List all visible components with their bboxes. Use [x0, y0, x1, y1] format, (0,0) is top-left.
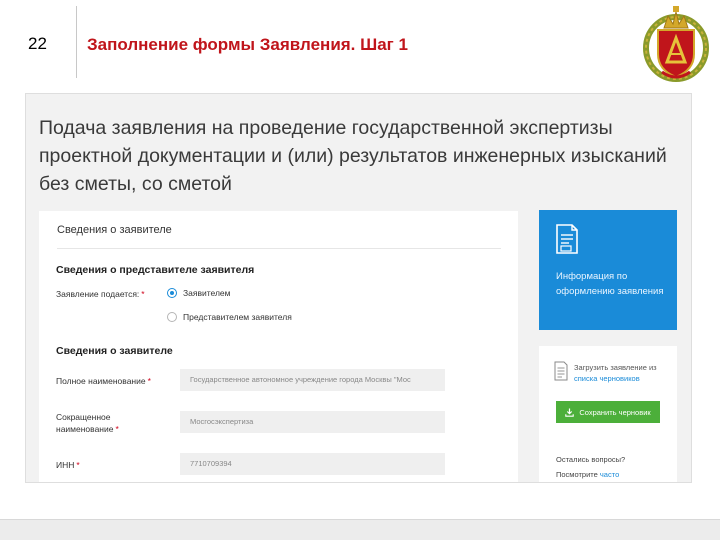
document-info-icon	[556, 224, 578, 254]
save-draft-button[interactable]: Сохранить черновик	[556, 401, 660, 423]
see-label: Посмотрите	[556, 470, 598, 479]
required-mark: *	[141, 289, 145, 299]
radio-unchecked-icon[interactable]	[167, 312, 177, 322]
header-divider	[76, 6, 77, 78]
required-mark: *	[147, 376, 151, 386]
inn-input[interactable]: 7710709394	[180, 453, 445, 475]
radio-representative-label: Представителем заявителя	[183, 312, 292, 322]
application-form-card: Сведения о заявителе Сведения о представ…	[39, 211, 518, 482]
short-name-input[interactable]: Мосгосэкспертиза	[180, 411, 445, 433]
required-mark: *	[115, 424, 119, 434]
slide-number: 22	[28, 34, 47, 53]
short-name-label-line2: наименование	[56, 424, 114, 434]
application-info-panel[interactable]: Информация по оформлению заявления	[539, 210, 677, 330]
questions-block: Остались вопросы? Посмотрите часто	[556, 452, 671, 482]
short-name-label: Сокращенное наименование *	[56, 411, 119, 435]
section-divider	[57, 248, 501, 249]
full-name-input[interactable]: Государственное автономное учреждение го…	[180, 369, 445, 391]
draft-document-icon	[554, 361, 568, 381]
full-name-label-text: Полное наименование	[56, 376, 146, 386]
submitted-by-label: Заявление подается: *	[56, 288, 145, 300]
slide-title: Заполнение формы Заявления. Шаг 1	[87, 35, 408, 54]
inn-label-text: ИНН	[56, 460, 75, 470]
applicant-section-title: Сведения о заявителе	[56, 345, 173, 357]
representative-section-title: Сведения о представителе заявителя	[56, 264, 255, 276]
save-draft-label: Сохранить черновик	[579, 407, 651, 417]
radio-representative[interactable]: Представителем заявителя	[167, 312, 292, 322]
full-name-label: Полное наименование *	[56, 375, 151, 387]
inn-label: ИНН *	[56, 459, 80, 471]
upload-text: Загрузить заявление из	[574, 363, 657, 372]
draft-actions-card: Загрузить заявление из списка черновиков…	[539, 346, 677, 482]
info-panel-label: Информация по оформлению заявления	[556, 271, 664, 297]
section-title-applicant-info: Сведения о заявителе	[57, 224, 172, 236]
coat-of-arms-emblem-icon	[643, 6, 709, 82]
faq-link[interactable]: часто	[600, 470, 619, 479]
radio-applicant[interactable]: Заявителем	[167, 288, 231, 298]
page-heading: Подача заявления на проведение государст…	[39, 117, 667, 195]
required-mark: *	[76, 460, 80, 470]
download-icon	[565, 408, 575, 417]
upload-from-drafts-text: Загрузить заявление из списка черновиков	[574, 362, 674, 384]
radio-checked-icon[interactable]	[167, 288, 177, 298]
radio-applicant-label: Заявителем	[183, 288, 231, 298]
short-name-label-line1: Сокращенное	[56, 412, 111, 422]
drafts-list-link[interactable]: списка черновиков	[574, 373, 674, 384]
questions-label: Остались вопросы?	[556, 455, 626, 464]
slide-footer-band	[0, 519, 720, 540]
submitted-by-label-text: Заявление подается:	[56, 289, 140, 299]
portal-screenshot: Подача заявления на проведение государст…	[25, 93, 692, 483]
